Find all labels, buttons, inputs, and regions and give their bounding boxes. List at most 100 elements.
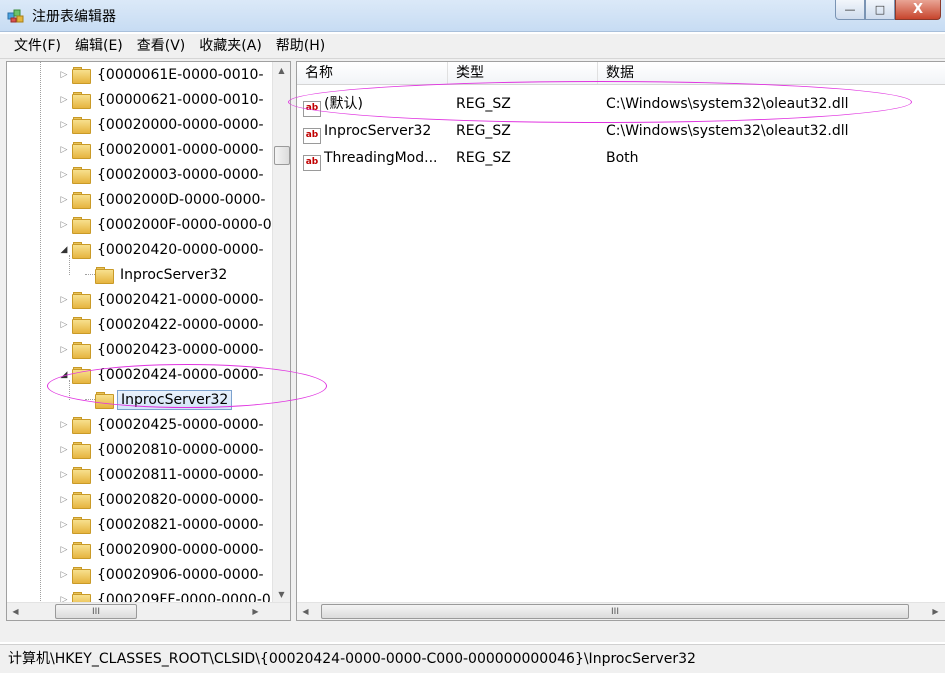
collapsed-arrow-icon[interactable]: ▷: [59, 194, 69, 206]
tree-key[interactable]: ▷ {000209FF-0000-0000-0: [59, 587, 274, 603]
registry-tree[interactable]: ▷ {0000061E-0000-0010- ▷ {00000621-0000-001…: [6, 61, 291, 621]
collapsed-arrow-icon[interactable]: ▷: [59, 569, 69, 581]
collapsed-arrow-icon[interactable]: ▷: [59, 544, 69, 556]
row-data: C:\Windows\system32\oleaut32.dll: [606, 96, 849, 112]
scroll-right-icon[interactable]: ▶: [927, 603, 944, 620]
tree-connector: [85, 399, 95, 400]
row-name: InprocServer32: [324, 123, 432, 139]
tree-guide-line: [69, 380, 70, 400]
tree-key-label: {00020424-0000-0000-: [97, 366, 264, 383]
collapsed-arrow-icon[interactable]: ▷: [59, 219, 69, 231]
scroll-left-icon[interactable]: ◀: [7, 603, 24, 620]
tree-key[interactable]: ▷ {00020820-0000-0000-: [59, 487, 267, 512]
tree-key-label: {00020811-0000-0000-: [97, 466, 264, 483]
close-icon: X: [912, 2, 924, 17]
window-title: 注册表编辑器: [32, 9, 116, 25]
tree-subkey[interactable]: InprocServer32: [85, 387, 233, 412]
collapsed-arrow-icon[interactable]: ▷: [59, 119, 69, 131]
list-horizontal-scrollbar[interactable]: ◀ III ▶: [297, 602, 945, 620]
tree-key[interactable]: ▷ {00020811-0000-0000-: [59, 462, 267, 487]
close-button[interactable]: X: [895, 0, 941, 20]
tree-subkey[interactable]: InprocServer32: [85, 262, 230, 287]
expanded-arrow-icon[interactable]: ◢: [59, 244, 69, 256]
tree-key[interactable]: ▷ {00020423-0000-0000-: [59, 337, 267, 362]
folder-icon: [72, 542, 91, 559]
scroll-down-icon[interactable]: ▼: [273, 586, 290, 603]
row-name-cell: ab (默认): [303, 91, 448, 117]
menu-help[interactable]: 帮助(H): [269, 34, 332, 58]
row-name-cell: ab ThreadingMod...: [303, 145, 448, 171]
string-value-icon: ab: [303, 128, 321, 144]
tree-key-label: InprocServer32: [120, 266, 228, 283]
collapsed-arrow-icon[interactable]: ▷: [59, 419, 69, 431]
window-controls: — □ X: [835, 0, 941, 20]
scroll-right-icon[interactable]: ▶: [247, 603, 264, 620]
tree-key[interactable]: ▷ {00020810-0000-0000-: [59, 437, 267, 462]
tree-key-label: {00020421-0000-0000-: [97, 291, 264, 308]
tree-hscroll-thumb[interactable]: III: [55, 604, 137, 619]
collapsed-arrow-icon[interactable]: ▷: [59, 444, 69, 456]
column-name-header[interactable]: 名称: [297, 62, 448, 84]
folder-icon: [72, 142, 91, 159]
tree-guide-line: [40, 62, 41, 603]
column-type-header[interactable]: 类型: [448, 62, 598, 84]
collapsed-arrow-icon[interactable]: ▷: [59, 344, 69, 356]
tree-horizontal-scrollbar[interactable]: ◀ III ▶: [7, 602, 290, 620]
tree-key[interactable]: ▷ {00020421-0000-0000-: [59, 287, 267, 312]
tree-key[interactable]: ▷ {0002000D-0000-0000-: [59, 187, 268, 212]
tree-key[interactable]: ▷ {00020000-0000-0000-: [59, 112, 267, 137]
folder-icon: [72, 367, 91, 384]
tree-vertical-scrollbar[interactable]: ▲ ▼: [272, 62, 290, 603]
tree-key[interactable]: ▷ {0000061E-0000-0010-: [59, 62, 267, 87]
folder-icon: [72, 242, 91, 259]
collapsed-arrow-icon[interactable]: ▷: [59, 144, 69, 156]
tree-key-label: {00020820-0000-0000-: [97, 491, 264, 508]
folder-icon: [72, 117, 91, 134]
folder-icon: [72, 67, 91, 84]
tree-key-label: {00020821-0000-0000-: [97, 516, 264, 533]
menu-file[interactable]: 文件(F): [0, 34, 68, 58]
minimize-button[interactable]: —: [835, 0, 865, 20]
tree-key-label: {00020422-0000-0000-: [97, 316, 264, 333]
tree-key[interactable]: ▷ {00020003-0000-0000-: [59, 162, 267, 187]
scroll-up-icon[interactable]: ▲: [273, 62, 290, 79]
values-list[interactable]: 名称 类型 数据 ab (默认) REG_SZ C:\Windows\system…: [296, 61, 945, 621]
tree-key[interactable]: ▷ {00020900-0000-0000-: [59, 537, 267, 562]
list-row-default[interactable]: ab (默认) REG_SZ C:\Windows\system32\oleaut…: [297, 91, 945, 117]
tree-key[interactable]: ▷ {0002000F-0000-0000-0: [59, 212, 274, 237]
expanded-arrow-icon[interactable]: ◢: [59, 369, 69, 381]
collapsed-arrow-icon[interactable]: ▷: [59, 469, 69, 481]
list-hscroll-thumb[interactable]: III: [321, 604, 909, 619]
scroll-left-icon[interactable]: ◀: [297, 603, 314, 620]
tree-key[interactable]: ▷ {00020906-0000-0000-: [59, 562, 267, 587]
maximize-button[interactable]: □: [865, 0, 895, 20]
collapsed-arrow-icon[interactable]: ▷: [59, 319, 69, 331]
list-row-inprocserver[interactable]: ab InprocServer32 REG_SZ C:\Windows\syste…: [297, 118, 945, 144]
menu-view[interactable]: 查看(V): [130, 34, 193, 58]
tree-key[interactable]: ◢ {00020420-0000-0000-: [59, 237, 267, 262]
tree-key-label: {00020906-0000-0000-: [97, 566, 264, 583]
tree-scroll-thumb[interactable]: [274, 146, 290, 165]
collapsed-arrow-icon[interactable]: ▷: [59, 69, 69, 81]
row-data: Both: [606, 150, 639, 166]
tree-key[interactable]: ▷ {00020422-0000-0000-: [59, 312, 267, 337]
tree-key[interactable]: ◢ {00020424-0000-0000-: [59, 362, 267, 387]
minimize-icon: —: [844, 3, 856, 16]
tree-key[interactable]: ▷ {00020821-0000-0000-: [59, 512, 267, 537]
folder-icon: [72, 217, 91, 234]
tree-key[interactable]: ▷ {00000621-0000-0010-: [59, 87, 267, 112]
menu-favorites[interactable]: 收藏夹(A): [192, 34, 269, 58]
tree-key[interactable]: ▷ {00020425-0000-0000-: [59, 412, 267, 437]
tree-key-label: {0002000F-0000-0000-0: [97, 216, 272, 233]
collapsed-arrow-icon[interactable]: ▷: [59, 494, 69, 506]
menu-edit[interactable]: 编辑(E): [68, 34, 130, 58]
list-row-threadingmodel[interactable]: ab ThreadingMod... REG_SZ Both: [297, 145, 945, 171]
tree-key[interactable]: ▷ {00020001-0000-0000-: [59, 137, 267, 162]
collapsed-arrow-icon[interactable]: ▷: [59, 294, 69, 306]
collapsed-arrow-icon[interactable]: ▷: [59, 94, 69, 106]
column-data-header[interactable]: 数据: [598, 62, 945, 84]
collapsed-arrow-icon[interactable]: ▷: [59, 169, 69, 181]
folder-icon: [72, 442, 91, 459]
folder-icon: [72, 317, 91, 334]
collapsed-arrow-icon[interactable]: ▷: [59, 519, 69, 531]
